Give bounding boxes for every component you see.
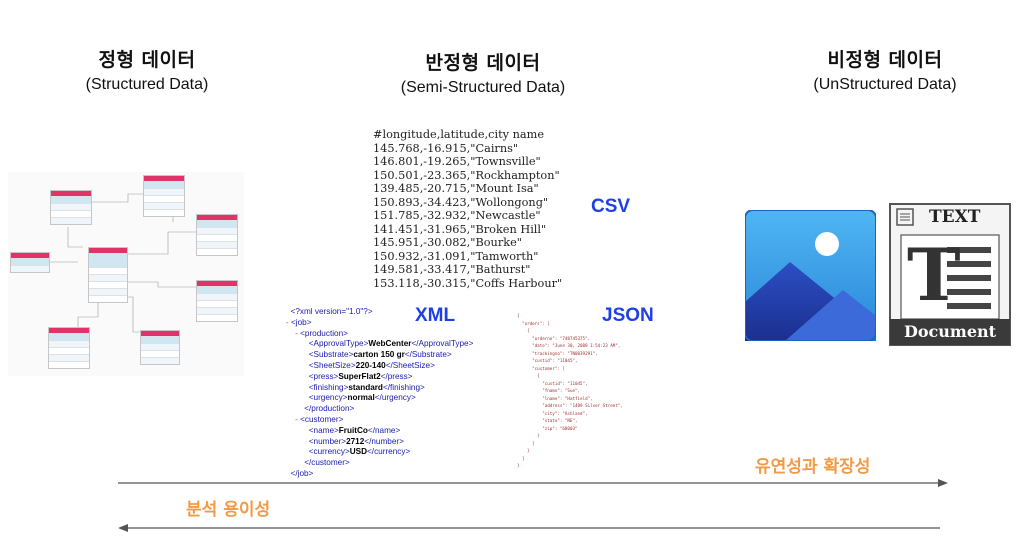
right-arrow — [118, 479, 948, 487]
ease-of-analysis-label: 분석 용이성 — [186, 500, 271, 520]
left-arrow — [118, 524, 940, 532]
flexibility-scalability-label: 유연성과 확장성 — [755, 457, 871, 477]
